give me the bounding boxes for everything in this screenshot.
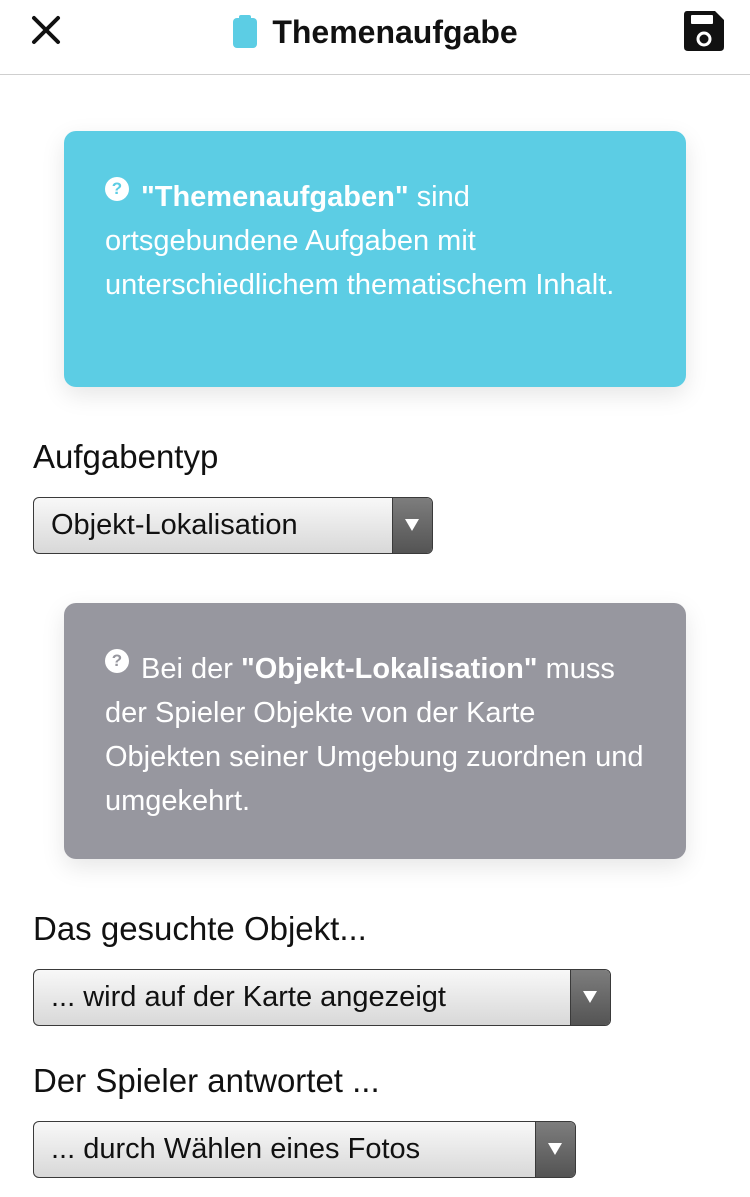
question-icon: ? [105,177,129,201]
save-button[interactable] [682,9,726,53]
task-type-label: Aufgabentyp [33,438,219,475]
object-select-value: ... wird auf der Karte angezeigt [51,981,446,1013]
answer-select-value: ... durch Wählen eines Fotos [51,1133,421,1165]
task-type-info-box: ? Bei der "Objekt-Lokalisation" muss der … [64,603,686,859]
dropdown-arrow-icon [392,498,432,553]
dropdown-arrow-icon [570,970,610,1025]
answer-label: Der Spieler antwortet ... [33,1062,380,1099]
answer-select[interactable]: ... durch Wählen eines Fotos [33,1121,576,1178]
info-prefix: Bei der [141,653,241,685]
theme-info-box: ? "Themenaufgaben" sind ortsgebundene Auf… [64,131,686,387]
dropdown-arrow-icon [535,1122,575,1177]
page-title: Themenaufgabe [272,13,518,50]
question-icon: ? [105,649,129,673]
object-select[interactable]: ... wird auf der Karte angezeigt [33,969,611,1026]
title-group: Themenaufgabe [0,8,750,56]
info-bold-term: "Objekt-Lokalisation" [240,653,538,685]
task-type-select[interactable]: Objekt-Lokalisation [33,497,433,554]
info-bold-term: "Themenaufgaben" [141,181,409,213]
top-bar: Themenaufgabe [0,0,750,75]
clipboard-icon [233,15,258,48]
object-label: Das gesuchte Objekt... [33,910,367,947]
floppy-disk-icon [684,11,724,51]
task-type-value: Objekt-Lokalisation [51,509,298,541]
